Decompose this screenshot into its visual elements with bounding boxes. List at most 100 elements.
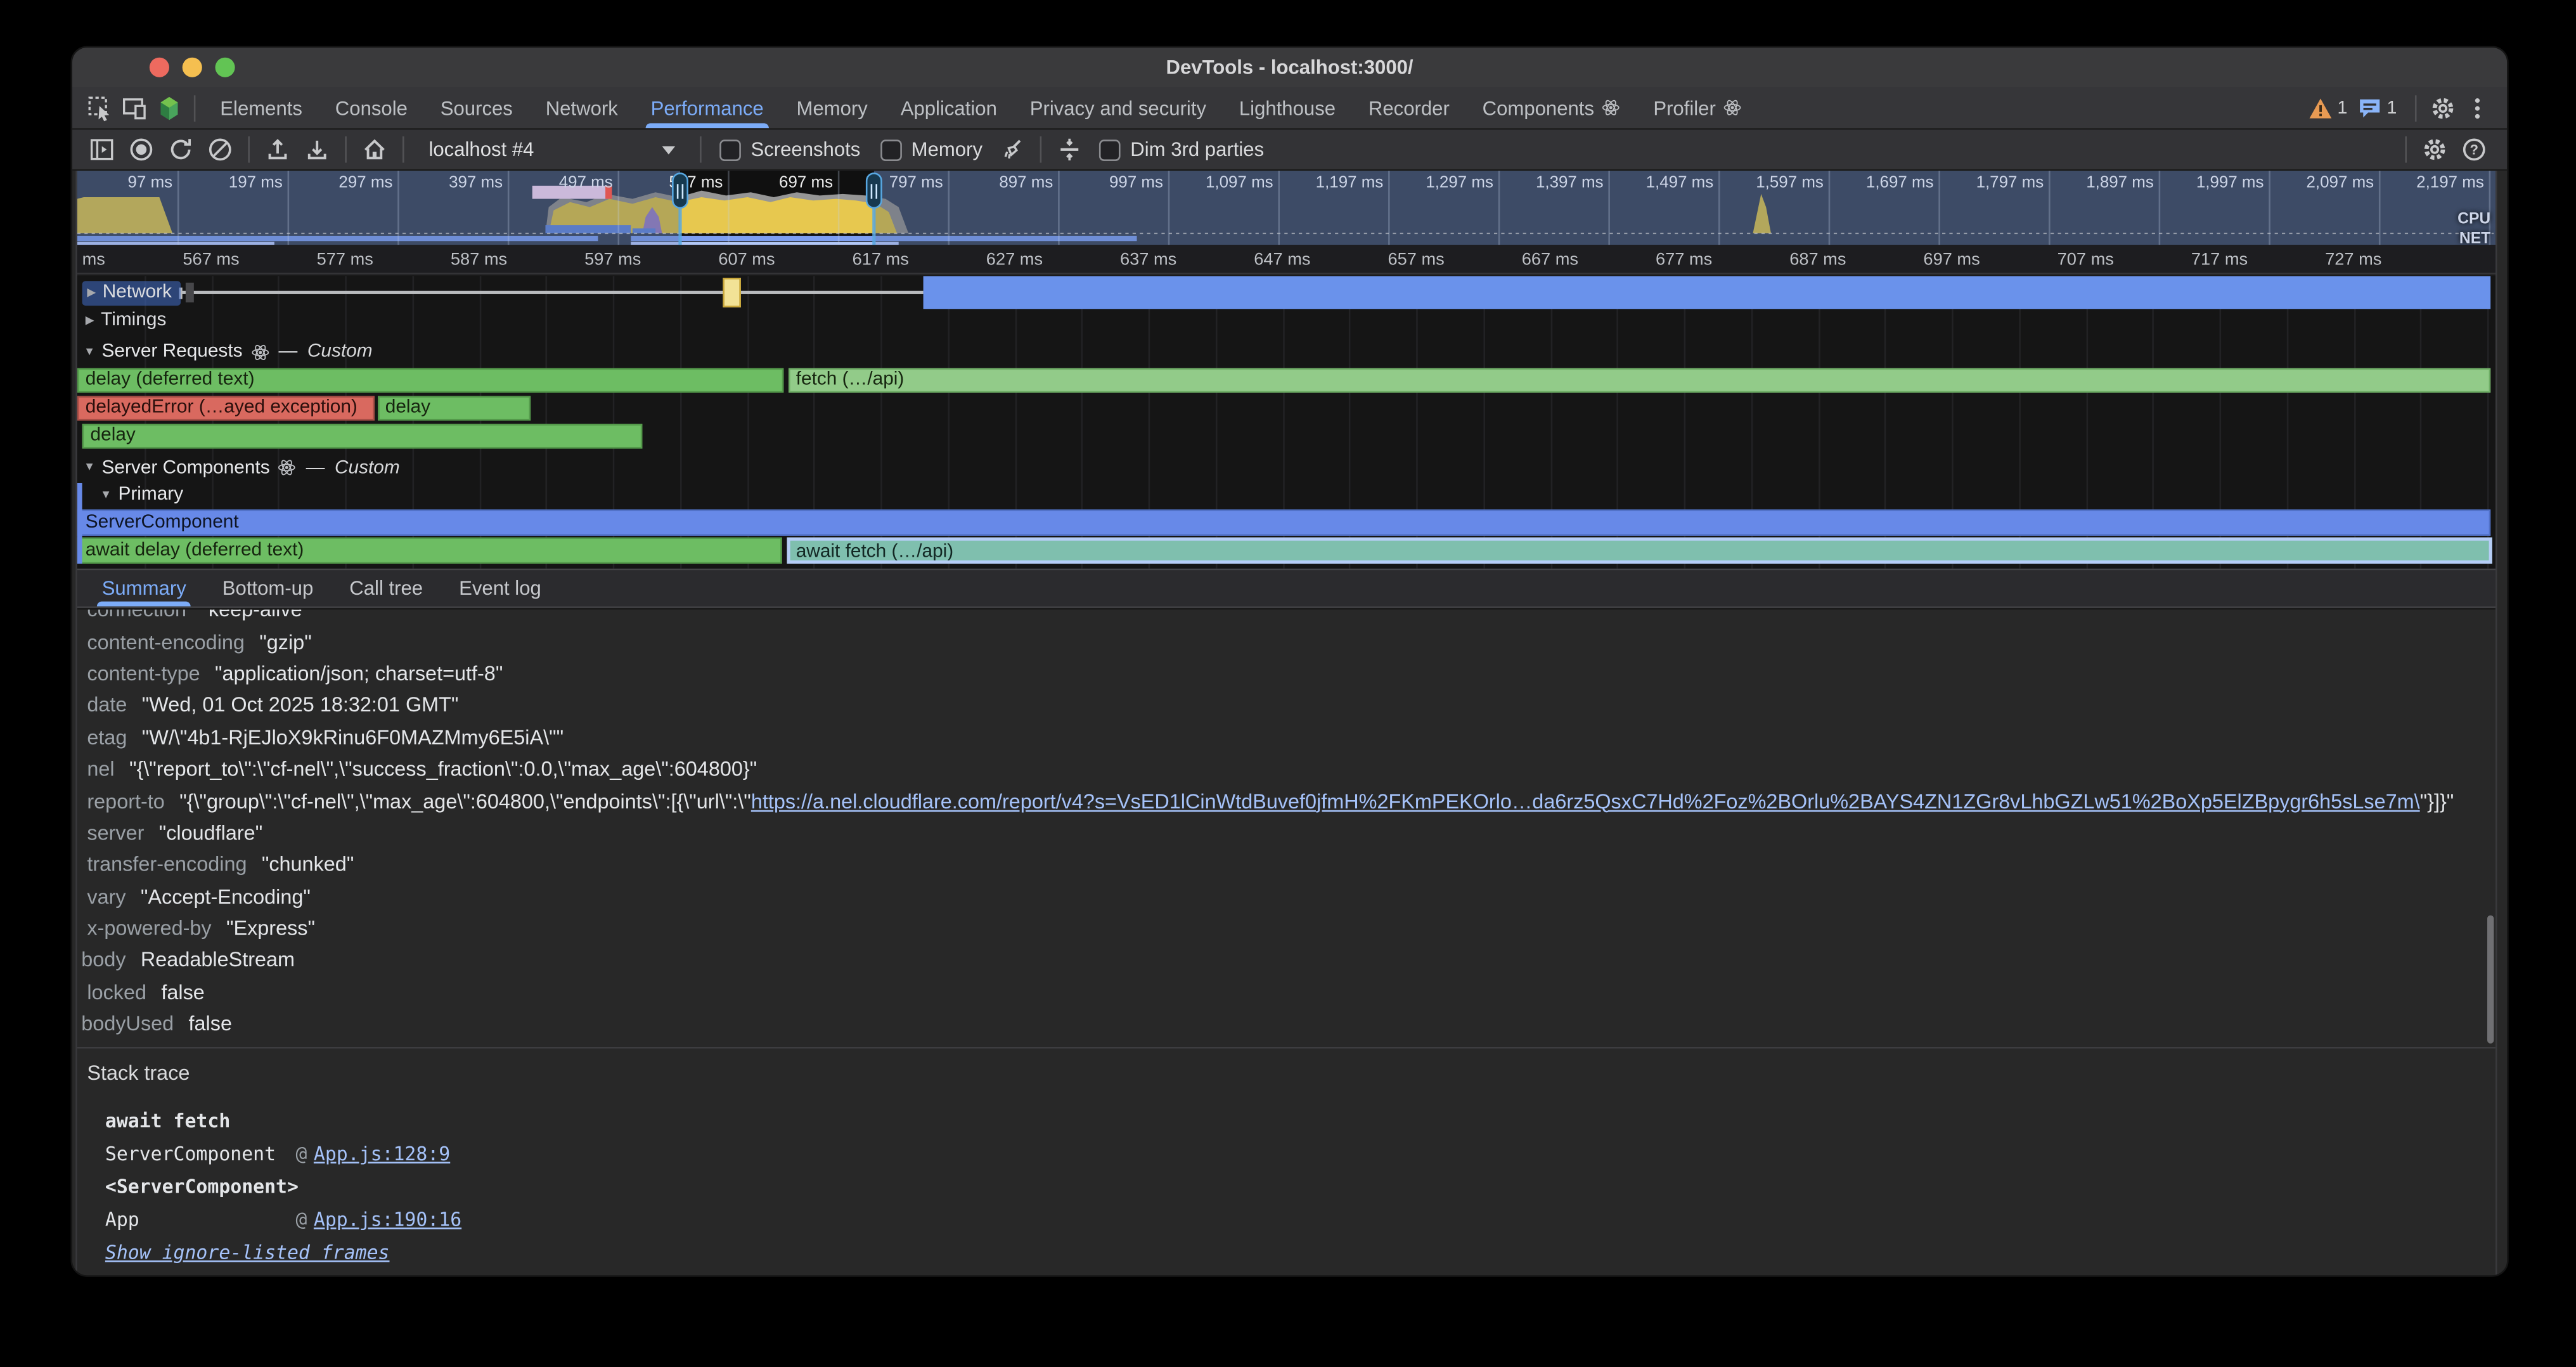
stack-trace-title: Stack trace [77, 1058, 2496, 1089]
primary-group[interactable]: ▼Primary [100, 485, 183, 505]
server-components-track-suffix: Custom [335, 458, 400, 477]
flame-event-delay-deferred-text[interactable]: delay (deferred text) [77, 367, 783, 392]
device-toolbar-icon[interactable] [120, 94, 148, 122]
flame-event-fetch-api[interactable]: fetch (…/api) [788, 367, 2490, 392]
tab-lighthouse[interactable]: Lighthouse [1223, 87, 1352, 128]
record-icon[interactable] [127, 135, 157, 165]
stack-frame-location-link[interactable]: App.js:190:16 [314, 1208, 461, 1231]
tab-components[interactable]: Components [1466, 87, 1637, 128]
overview-tick-label: 897 ms [958, 174, 1053, 193]
tab-event-log[interactable]: Event log [441, 570, 560, 606]
profile-select[interactable]: localhost #4 [419, 134, 685, 165]
memory-checkbox[interactable]: Memory [880, 138, 982, 161]
flame-event-await-delay-deferred-text[interactable]: await delay (deferred text) [77, 538, 782, 564]
scrollbar-thumb[interactable] [2487, 916, 2493, 1044]
settings-gear-icon[interactable] [2428, 94, 2456, 122]
server-requests-track[interactable]: ▼Server Requests—Custom [84, 342, 372, 361]
expand-triangle-icon[interactable]: ▼ [100, 489, 112, 500]
dim-3rd-parties-checkbox[interactable]: Dim 3rd parties [1099, 138, 1264, 161]
tab-application[interactable]: Application [884, 87, 1014, 128]
report-to-link[interactable]: https://a.nel.cloudflare.com/report/v4?s… [751, 789, 2420, 812]
flame-event-delay[interactable]: delay [82, 423, 643, 448]
stack-frame-function: App [105, 1208, 296, 1231]
titlebar: DevTools - localhost:3000/ [72, 48, 2507, 89]
network-request-queueing-block[interactable] [722, 277, 741, 308]
collapse-triangle-icon[interactable]: ▶ [86, 314, 94, 327]
timeline-overview[interactable]: 97 ms197 ms297 ms397 ms497 ms597 ms697 m… [77, 171, 2496, 245]
stack-frame-location-link[interactable]: App.js:128:9 [314, 1142, 450, 1165]
tab-memory[interactable]: Memory [780, 87, 884, 128]
timings-track-name: Timings [101, 311, 166, 330]
garbage-collect-icon[interactable] [997, 135, 1027, 165]
help-icon[interactable]: ? [2459, 135, 2489, 165]
header-key: vary [87, 885, 126, 908]
flame-chart[interactable]: ▶Network▶Timings▼Server Requests—Custom▼… [77, 276, 2496, 568]
live-metrics-home-icon[interactable] [360, 135, 390, 165]
header-key: etag [87, 726, 127, 749]
tab-label: Lighthouse [1239, 96, 1336, 119]
network-track-label[interactable]: ▶Network [82, 280, 180, 305]
server-components-track-title: Server Components [102, 458, 270, 477]
tab-label: Recorder [1368, 96, 1450, 119]
expand-triangle-icon[interactable]: ▼ [84, 346, 95, 358]
tab-summary[interactable]: Summary [84, 570, 204, 606]
dim-3rd-parties-label: Dim 3rd parties [1130, 138, 1264, 161]
console-message-icon[interactable] [2357, 96, 2382, 119]
expand-triangle-icon[interactable]: ▼ [84, 462, 95, 473]
header-value: "Accept-Encoding" [141, 885, 311, 908]
overview-tick-label: 1,597 ms [1729, 174, 1824, 193]
collapse-flame-icon[interactable] [1055, 135, 1085, 165]
server-components-track[interactable]: ▼Server Components—Custom [84, 458, 400, 477]
network-request-bar[interactable] [924, 276, 2491, 308]
tab-elements[interactable]: Elements [203, 87, 319, 128]
tab-call-tree[interactable]: Call tree [332, 570, 441, 606]
flame-event-await-fetch-api[interactable]: await fetch (…/api) [786, 538, 2491, 564]
panel-tabs: ElementsConsoleSourcesNetworkPerformance… [203, 87, 1758, 128]
timeline-ruler[interactable]: ms567 ms577 ms587 ms597 ms607 ms617 ms62… [77, 245, 2496, 275]
tab-bottom-up[interactable]: Bottom-up [204, 570, 332, 606]
load-profile-icon[interactable] [263, 135, 293, 165]
stack-label-row: await fetch [77, 1105, 2496, 1137]
primary-group-strip [77, 483, 81, 564]
track-drag-grip[interactable] [186, 283, 194, 302]
timings-track-label[interactable]: ▶ Timings [86, 311, 167, 330]
ruler-tick-label: 567 ms [183, 250, 239, 269]
capture-settings-gear-icon[interactable] [2420, 135, 2450, 165]
overview-tick-label: 1,297 ms [1398, 174, 1493, 193]
flame-event-servercomponent[interactable]: ServerComponent [77, 509, 2490, 535]
kebab-menu-icon[interactable] [2463, 94, 2490, 122]
show-ignore-listed-link[interactable]: Show ignore-listed frames [77, 1236, 2496, 1269]
overview-gridline [948, 171, 950, 245]
tab-network[interactable]: Network [529, 87, 634, 128]
header-key: body [81, 949, 126, 972]
tab-privacy-and-security[interactable]: Privacy and security [1014, 87, 1223, 128]
header-key: report-to [87, 789, 164, 812]
collapse-triangle-icon[interactable]: ▶ [87, 285, 96, 299]
save-profile-icon[interactable] [302, 135, 332, 165]
tab-profiler[interactable]: Profiler [1637, 87, 1758, 128]
warning-icon[interactable] [2308, 96, 2333, 119]
sidebar-toggle-icon[interactable] [87, 135, 117, 165]
screenshots-checkbox[interactable]: Screenshots [719, 138, 860, 161]
vue-devtools-icon[interactable] [155, 94, 183, 122]
net-lane-label: NET [2459, 230, 2490, 245]
flame-event-label: await fetch (…/api) [789, 541, 2488, 564]
inspect-element-icon[interactable] [86, 94, 113, 122]
record-and-reload-icon[interactable] [166, 135, 196, 165]
tab-label: Memory [797, 96, 868, 119]
header-key: server [87, 822, 144, 845]
tab-console[interactable]: Console [319, 87, 424, 128]
flame-event-delay[interactable]: delay [377, 395, 530, 420]
selection-right-handle[interactable] [866, 172, 882, 209]
overview-tick-label: 1,697 ms [1838, 174, 1933, 193]
selection-left-handle[interactable] [672, 172, 688, 209]
flame-event-delayederror-ayed-exception[interactable]: delayedError (…ayed exception) [77, 395, 375, 420]
clear-icon[interactable] [205, 135, 235, 165]
section-divider [77, 1047, 2496, 1049]
tab-performance[interactable]: Performance [634, 87, 780, 128]
tab-recorder[interactable]: Recorder [1352, 87, 1466, 128]
stack-frame-at: @ [296, 1208, 307, 1231]
stack-label-row: <ServerComponent> [77, 1170, 2496, 1203]
overview-gridline [1498, 171, 1500, 245]
tab-sources[interactable]: Sources [424, 87, 529, 128]
